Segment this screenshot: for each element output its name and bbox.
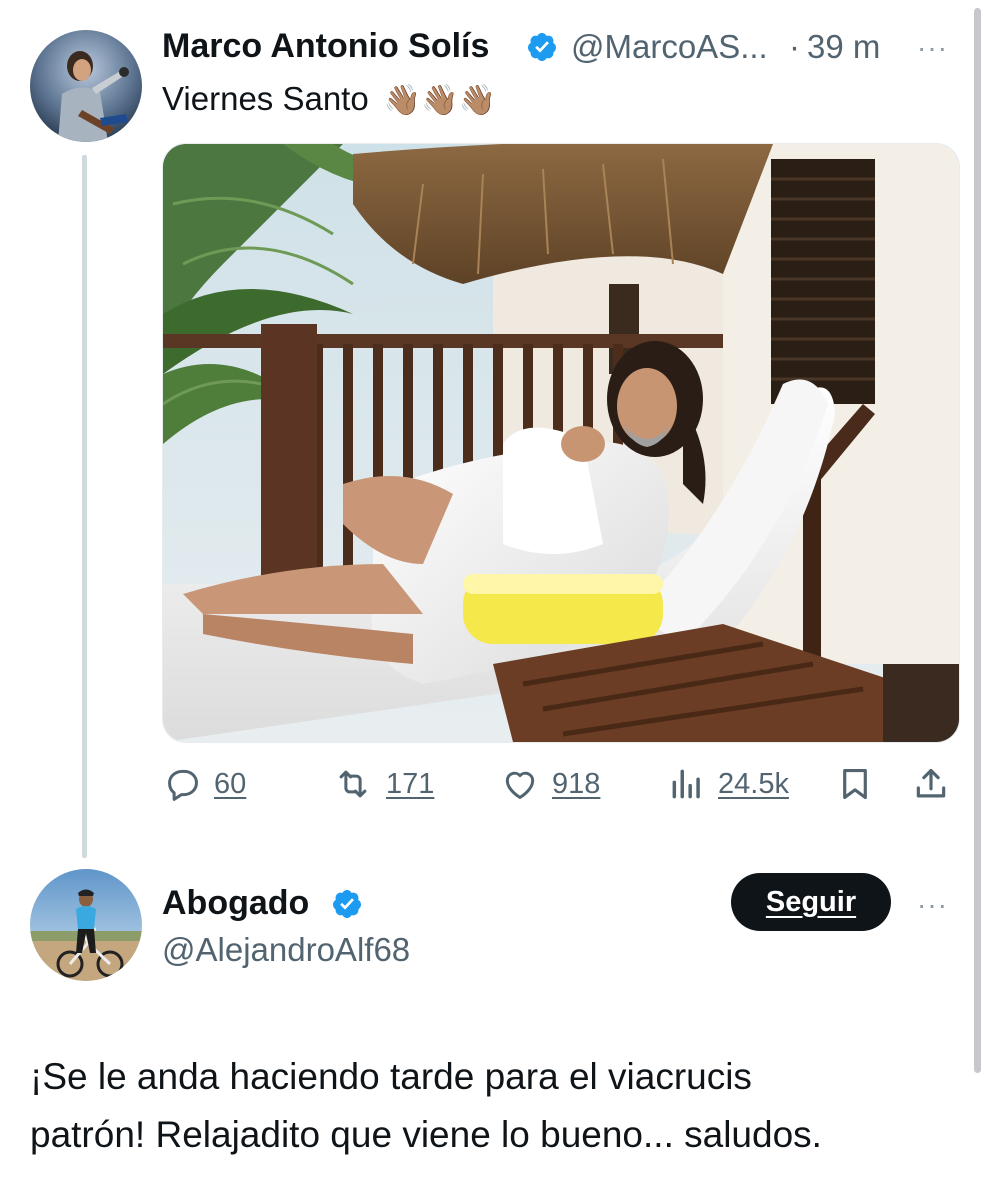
verified-badge-icon <box>527 33 556 61</box>
reply-count: 60 <box>214 767 247 800</box>
tweet-text: Viernes Santo 👋🏽👋🏽👋🏽 <box>162 80 496 118</box>
avatar[interactable] <box>30 30 142 142</box>
like-count: 918 <box>552 767 601 800</box>
avatar[interactable] <box>30 869 142 981</box>
bookmark-icon <box>843 768 867 800</box>
like-button[interactable]: 918 <box>500 762 600 806</box>
tweet-media-photo[interactable] <box>162 143 960 743</box>
scrollbar[interactable] <box>974 8 981 1073</box>
bookmark-button[interactable] <box>836 762 874 806</box>
reply-author-handle[interactable]: @AlejandroAlf68 <box>162 931 410 969</box>
reply-text: ¡Se le anda haciendo tarde para el viacr… <box>30 1048 822 1164</box>
share-icon <box>916 768 946 798</box>
retweet-button[interactable]: 171 <box>332 762 434 806</box>
retweet-icon <box>339 770 367 798</box>
time-separator: · <box>789 28 800 65</box>
reply-text-line: patrón! Relajadito que viene lo bueno...… <box>30 1114 822 1155</box>
more-options-icon[interactable]: ··· <box>917 889 948 921</box>
share-button[interactable] <box>912 762 950 806</box>
more-options-icon[interactable]: ··· <box>917 32 948 64</box>
author-name[interactable]: Marco Antonio Solís <box>162 27 489 66</box>
timestamp[interactable]: 39 m <box>807 28 880 66</box>
reply-button[interactable]: 60 <box>164 762 246 806</box>
author-handle[interactable]: @MarcoAS... <box>571 28 768 66</box>
retweet-count: 171 <box>386 767 435 800</box>
views-bar-chart-icon <box>672 769 700 799</box>
follow-button[interactable]: Seguir <box>731 873 891 931</box>
reply-text-line: ¡Se le anda haciendo tarde para el viacr… <box>30 1056 752 1097</box>
views-count: 24.5k <box>718 767 789 800</box>
tweet-text-body: Viernes Santo <box>162 80 369 117</box>
verified-badge-icon <box>332 890 361 918</box>
thread-connector-line <box>82 155 87 858</box>
heart-icon <box>505 771 535 799</box>
views-button[interactable]: 24.5k <box>668 762 789 806</box>
waving-hands-emoji: 👋🏽👋🏽👋🏽 <box>383 84 496 117</box>
reply-author-name[interactable]: Abogado <box>162 884 309 923</box>
reply-icon <box>168 769 198 801</box>
